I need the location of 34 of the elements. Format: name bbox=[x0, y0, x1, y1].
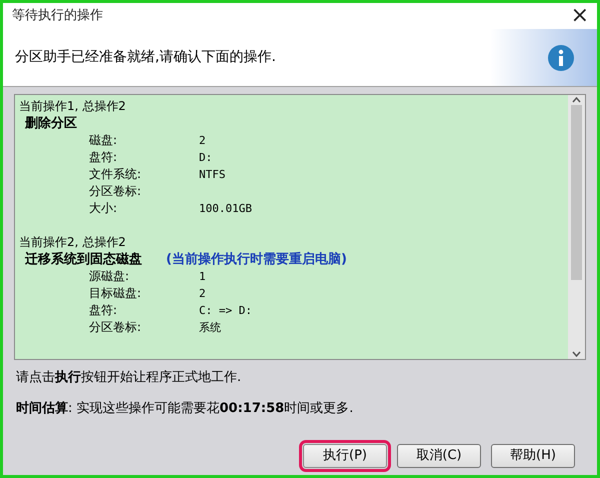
field-value: 2 bbox=[199, 286, 206, 302]
field-label: 文件系统: bbox=[89, 166, 142, 183]
field-value: NTFS bbox=[199, 167, 226, 183]
header-message: 分区助手已经准备就绪,请确认下面的操作. bbox=[15, 48, 276, 67]
field-value: 系统 bbox=[199, 320, 221, 336]
close-button[interactable]: × bbox=[570, 5, 589, 27]
field-value: D: bbox=[199, 150, 212, 166]
scroll-thumb[interactable] bbox=[571, 104, 582, 280]
field-label: 分区卷标: bbox=[89, 183, 142, 200]
field-label: 分区卷标: bbox=[89, 319, 142, 336]
operation-title: 删除分区 bbox=[25, 115, 77, 132]
operation-heading: 当前操作1, 总操作2 bbox=[19, 98, 127, 115]
operation-heading: 当前操作2, 总操作2 bbox=[19, 234, 127, 251]
time-estimate: 时间估算: 实现这些操作可能需要花00:17:58时间或更多. bbox=[15, 400, 354, 418]
field-value: C: => D: bbox=[199, 303, 252, 319]
field-label: 盘符: bbox=[89, 149, 118, 166]
info-icon bbox=[547, 44, 575, 72]
instruction-text: 请点击执行按钮开始让程序正式地工作. bbox=[15, 369, 242, 387]
operation-title: 迁移系统到固态磁盘 bbox=[25, 251, 142, 268]
scrollbar[interactable] bbox=[568, 95, 585, 359]
window-title: 等待执行的操作 bbox=[12, 7, 103, 26]
field-value: 2 bbox=[199, 133, 206, 149]
field-label: 目标磁盘: bbox=[89, 285, 142, 302]
scroll-up-icon[interactable] bbox=[572, 97, 581, 103]
field-label: 盘符: bbox=[89, 302, 118, 319]
dialog-button[interactable]: 取消(C) bbox=[397, 444, 481, 468]
field-value: 100.01GB bbox=[199, 201, 252, 217]
scroll-down-icon[interactable] bbox=[572, 351, 581, 357]
field-label: 源磁盘: bbox=[89, 268, 130, 285]
field-label: 磁盘: bbox=[89, 132, 118, 149]
dialog-button[interactable]: 帮助(H) bbox=[491, 444, 575, 468]
field-label: 大小: bbox=[89, 200, 118, 217]
field-value: 1 bbox=[199, 269, 206, 285]
operation-note: (当前操作执行时需要重启电脑) bbox=[166, 251, 347, 268]
